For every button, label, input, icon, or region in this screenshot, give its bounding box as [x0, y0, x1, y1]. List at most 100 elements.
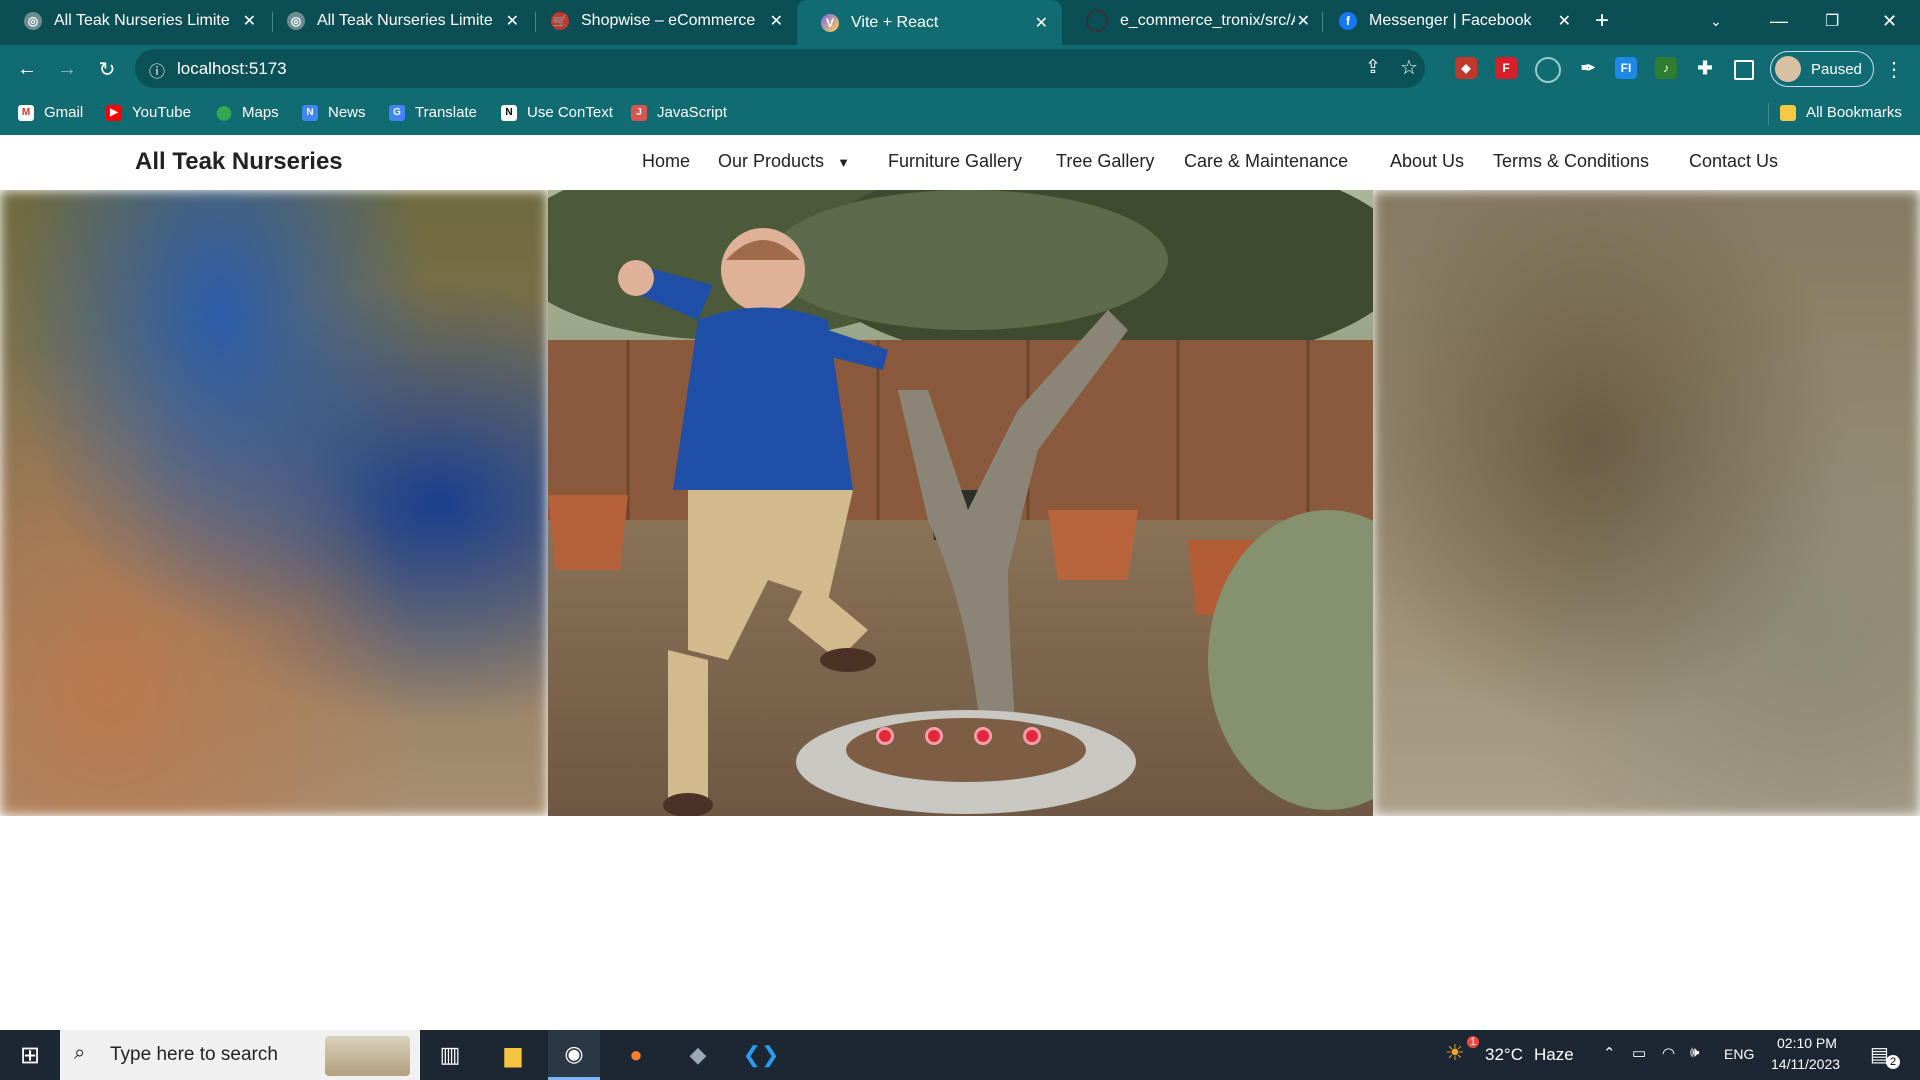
info-icon[interactable]: ⓘ [149, 58, 165, 82]
wifi-icon[interactable]: ◠ [1662, 1044, 1675, 1062]
tab-1[interactable]: ◎ All Teak Nurseries Limited | ✕ [0, 0, 270, 42]
search-icon: ⌕ [74, 1042, 86, 1064]
taskbar-search[interactable]: ⌕ Type here to search [60, 1030, 420, 1080]
window-close-icon[interactable]: ✕ [1882, 0, 1897, 42]
tab-title: All Teak Nurseries Limited | [54, 12, 229, 29]
menu-kebab-icon[interactable]: ⋮ [1880, 55, 1908, 83]
pen-icon[interactable]: ✒ [1577, 57, 1599, 79]
new-tab-button[interactable]: + [1595, 0, 1625, 42]
carousel-dot-4[interactable] [1023, 727, 1041, 745]
cart-icon: 🛒 [551, 12, 569, 30]
hero-blurred-background-left [0, 190, 548, 816]
nav-terms-conditions[interactable]: Terms & Conditions [1493, 151, 1649, 172]
maps-icon: ⬤ [216, 104, 232, 120]
facebook-icon: f [1339, 12, 1357, 30]
news-icon: N [302, 104, 318, 121]
carousel-dot-1[interactable] [876, 727, 894, 745]
close-icon[interactable]: ✕ [1035, 13, 1048, 33]
volume-icon[interactable]: 🕪 [1690, 1044, 1699, 1061]
weather-text[interactable]: Haze [1534, 1045, 1574, 1065]
bookmark-javascript[interactable]: J JavaScript [631, 104, 727, 121]
bookmark-star-icon[interactable]: ☆ [1400, 55, 1418, 80]
weather-temp[interactable]: 32°C [1485, 1045, 1523, 1065]
compass-icon[interactable] [1535, 57, 1561, 83]
all-bookmarks[interactable]: All Bookmarks [1780, 104, 1902, 121]
nav-care-maintenance[interactable]: Care & Maintenance [1184, 151, 1348, 172]
bookmark-news[interactable]: N News [302, 104, 366, 121]
nav-home[interactable]: Home [642, 151, 690, 172]
puzzle-icon[interactable]: ✚ [1694, 57, 1716, 79]
bookmark-use-context[interactable]: N Use ConText [501, 104, 613, 121]
weather-badge: 1 [1467, 1036, 1480, 1048]
hero-photo [548, 190, 1373, 816]
clock-date[interactable]: 14/11/2023 [1771, 1056, 1840, 1072]
green-extension-icon[interactable]: ♪ [1655, 57, 1677, 79]
avatar [1775, 56, 1801, 82]
close-icon[interactable]: ✕ [770, 11, 783, 31]
all-bookmarks-label: All Bookmarks [1806, 104, 1902, 121]
windows-start-icon[interactable]: ⊞ [4, 1030, 56, 1080]
sidebar-icon[interactable] [1734, 60, 1754, 80]
clock-time[interactable]: 02:10 PM [1777, 1035, 1837, 1051]
extension-icon[interactable]: ◆ [1455, 57, 1477, 79]
minimize-icon[interactable]: — [1770, 0, 1788, 42]
vite-icon: V [821, 13, 839, 32]
carousel-dot-2[interactable] [925, 727, 943, 745]
tab-3[interactable]: 🛒 Shopwise – eCommerce Th ✕ [527, 0, 797, 42]
bookmark-maps[interactable]: ⬤ Maps [216, 104, 279, 121]
nav-contact-us[interactable]: Contact Us [1689, 151, 1778, 172]
tab-title: All Teak Nurseries Limited | [317, 12, 492, 29]
nav-tree-gallery[interactable]: Tree Gallery [1056, 151, 1154, 172]
bookmark-gmail[interactable]: M Gmail [18, 104, 83, 121]
translate-icon: G [389, 104, 405, 121]
fi-extension-icon[interactable]: FI [1615, 57, 1637, 79]
close-icon[interactable]: ✕ [506, 11, 519, 31]
close-icon[interactable]: ✕ [243, 11, 256, 31]
tab-strip: ◎ All Teak Nurseries Limited | ✕ ◎ All T… [0, 0, 1920, 45]
bookmarks-bar: M Gmail ▶ YouTube ⬤ Maps N News G Transl… [0, 92, 1920, 135]
restore-icon[interactable]: ❐ [1825, 0, 1839, 42]
firefox-icon[interactable]: ● [610, 1030, 662, 1080]
nav-about-us[interactable]: About Us [1390, 151, 1464, 172]
battery-icon[interactable]: ▭ [1632, 1044, 1646, 1062]
tab-6[interactable]: f Messenger | Facebook ✕ [1315, 0, 1585, 42]
close-icon[interactable]: ✕ [1558, 11, 1571, 31]
profile-button[interactable]: Paused [1770, 51, 1874, 87]
bookmark-youtube[interactable]: ▶ YouTube [106, 104, 191, 121]
search-highlight-image [325, 1036, 410, 1076]
flipboard-icon[interactable]: F [1495, 57, 1517, 79]
close-icon[interactable]: ✕ [1297, 11, 1310, 31]
nav-our-products[interactable]: Our Products ▼ [718, 151, 850, 172]
share-icon[interactable]: ⇪ [1365, 56, 1381, 79]
address-bar[interactable]: ⓘ localhost:5173 ⇪ ☆ [135, 49, 1425, 88]
chrome-icon[interactable]: ◉ [548, 1030, 600, 1080]
weather-icon[interactable]: ☀ [1445, 1040, 1465, 1066]
bookmark-label: Translate [415, 104, 477, 121]
carousel-dot-3[interactable] [974, 727, 992, 745]
tab-4-active[interactable]: V Vite + React ✕ [797, 0, 1062, 45]
app-icon[interactable]: ◆ [672, 1030, 724, 1080]
nav-furniture-gallery[interactable]: Furniture Gallery [888, 151, 1022, 172]
github-icon [1086, 10, 1108, 32]
profile-status: Paused [1811, 60, 1862, 78]
search-placeholder: Type here to search [110, 1044, 278, 1065]
bookmark-separator [1768, 103, 1769, 125]
tab-5[interactable]: e_commerce_tronix/src/Ap ✕ [1062, 0, 1324, 42]
bookmark-label: News [328, 104, 366, 121]
site-brand[interactable]: All Teak Nurseries [135, 148, 343, 176]
back-icon[interactable]: ← [13, 55, 41, 83]
tab-title: Shopwise – eCommerce Th [581, 12, 756, 29]
tab-2[interactable]: ◎ All Teak Nurseries Limited | ✕ [263, 0, 533, 42]
language-indicator[interactable]: ENG [1724, 1046, 1754, 1062]
file-explorer-icon[interactable]: ▆ [487, 1030, 539, 1080]
bookmark-label: Maps [242, 104, 279, 121]
forward-icon[interactable]: → [53, 55, 81, 83]
reload-icon[interactable]: ↻ [93, 55, 121, 83]
chevron-down-icon: ▼ [837, 155, 850, 170]
vscode-icon[interactable]: ❮❯ [735, 1030, 787, 1080]
bookmark-translate[interactable]: G Translate [389, 104, 477, 121]
tab-search-icon[interactable]: ⌄ [1710, 0, 1722, 42]
chevron-up-icon[interactable]: ⌃ [1603, 1044, 1616, 1062]
task-view-icon[interactable]: ▥ [424, 1030, 476, 1080]
globe-icon: ◎ [24, 12, 42, 30]
